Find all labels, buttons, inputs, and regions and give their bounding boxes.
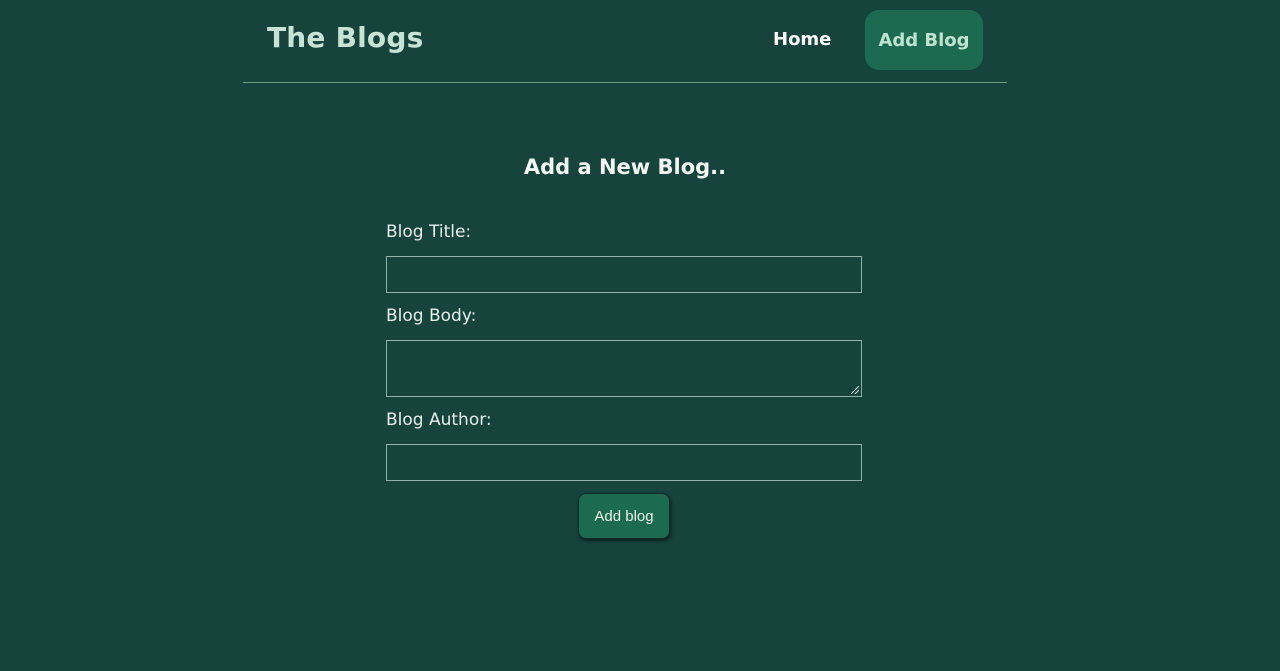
form-heading: Add a New Blog.. xyxy=(523,155,727,179)
blog-author-label: Blog Author: xyxy=(386,410,492,430)
navbar: The Blogs Home Add Blog xyxy=(243,0,1007,83)
resize-handle-icon[interactable] xyxy=(851,386,859,394)
site-logo-title: The Blogs xyxy=(267,21,424,54)
blog-title-label: Blog Title: xyxy=(386,222,472,242)
blog-title-input[interactable] xyxy=(386,256,862,293)
blog-author-input[interactable] xyxy=(386,444,862,481)
nav-link-add-blog[interactable]: Add Blog xyxy=(865,10,983,70)
blog-body-label: Blog Body: xyxy=(386,306,477,326)
blog-body-textarea[interactable] xyxy=(386,340,862,397)
nav-link-home[interactable]: Home xyxy=(773,29,831,50)
add-blog-submit-button[interactable]: Add blog xyxy=(578,493,670,539)
